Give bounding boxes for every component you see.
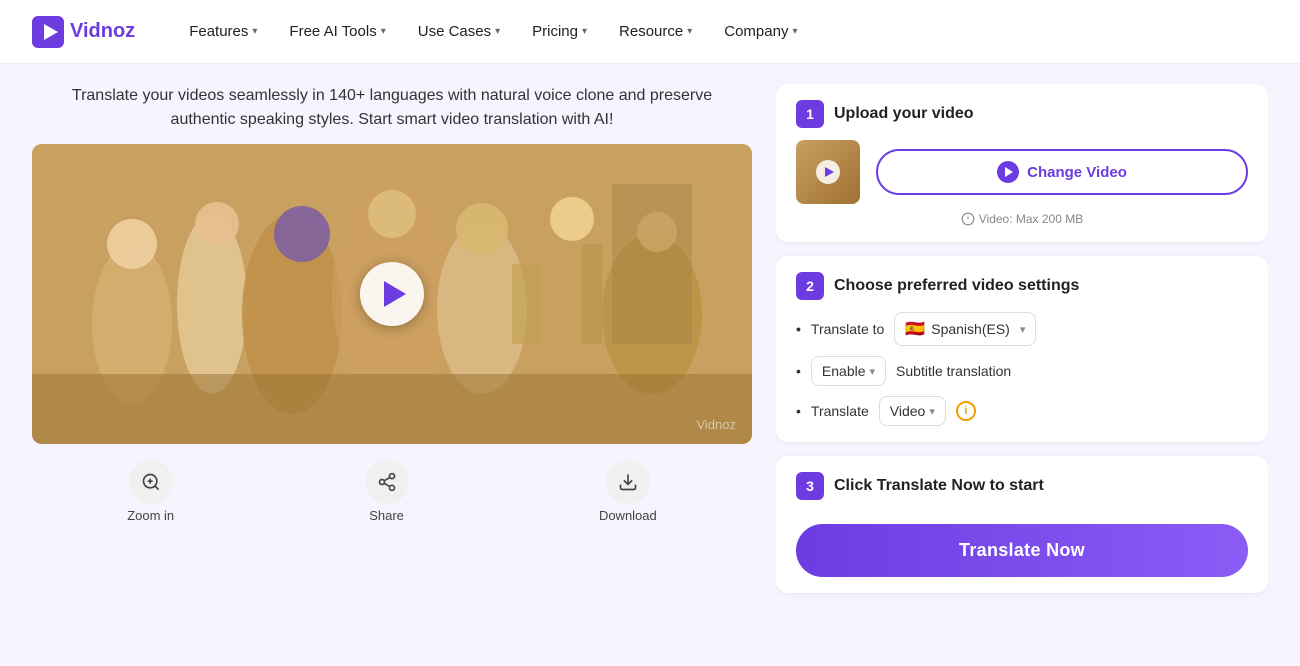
btn-play-icon — [997, 161, 1019, 183]
nav-item-use-cases[interactable]: Use Cases ▾ — [404, 15, 514, 48]
logo[interactable]: Vidnoz — [32, 16, 135, 48]
right-panel: 1 Upload your video Change Video Vide — [776, 84, 1268, 646]
subtitle-row: • Enable ▾ Subtitle translation — [796, 356, 1248, 386]
file-limit: Video: Max 200 MB — [796, 212, 1248, 226]
step1-title: Upload your video — [834, 105, 974, 123]
translate-to-label: Translate to — [811, 321, 884, 337]
download-label: Download — [599, 508, 657, 523]
step1-header: 1 Upload your video — [796, 100, 1248, 128]
translate-label: Translate — [811, 403, 869, 419]
left-panel: Translate your videos seamlessly in 140+… — [32, 84, 752, 646]
share-icon — [365, 460, 409, 504]
main-content: Translate your videos seamlessly in 140+… — [0, 64, 1300, 666]
share-label: Share — [369, 508, 404, 523]
chevron-down-icon: ▾ — [687, 26, 692, 37]
step3-card: 3 Click Translate Now to start Translate… — [776, 456, 1268, 593]
step3-badge: 3 — [796, 472, 824, 500]
step3-title: Click Translate Now to start — [834, 477, 1044, 495]
language-name: Spanish(ES) — [931, 321, 1010, 337]
video-controls: Zoom in Share — [32, 456, 752, 527]
share-control[interactable]: Share — [365, 460, 409, 523]
enable-selector[interactable]: Enable ▾ — [811, 356, 886, 386]
translate-now-button[interactable]: Translate Now — [796, 524, 1248, 577]
video-player[interactable]: Vidnoz — [32, 144, 752, 444]
logo-icon — [32, 16, 64, 48]
play-button[interactable] — [360, 262, 424, 326]
download-icon — [606, 460, 650, 504]
nav-items: Features ▾ Free AI Tools ▾ Use Cases ▾ P… — [175, 15, 1268, 48]
chevron-down-icon: ▾ — [582, 26, 587, 37]
step2-badge: 2 — [796, 272, 824, 300]
language-selector[interactable]: 🇪🇸 Spanish(ES) ▾ — [894, 312, 1036, 346]
brand-name: Vidnoz — [70, 20, 135, 43]
video-thumbnail — [796, 140, 860, 204]
upload-row: Change Video — [796, 140, 1248, 204]
change-video-button[interactable]: Change Video — [876, 149, 1248, 195]
video-type-label: Video — [890, 403, 926, 419]
nav-item-pricing[interactable]: Pricing ▾ — [518, 15, 601, 48]
nav-item-company[interactable]: Company ▾ — [710, 15, 811, 48]
chevron-down-icon: ▾ — [1020, 323, 1026, 336]
translate-type-row: • Translate Video ▾ i — [796, 396, 1248, 426]
zoom-in-icon — [129, 460, 173, 504]
zoom-in-label: Zoom in — [127, 508, 174, 523]
subtitle-translation-label: Subtitle translation — [896, 363, 1011, 379]
nav-item-resource[interactable]: Resource ▾ — [605, 15, 706, 48]
step3-header: 3 Click Translate Now to start — [796, 472, 1248, 500]
download-control[interactable]: Download — [599, 460, 657, 523]
step2-title: Choose preferred video settings — [834, 277, 1079, 295]
translate-to-row: • Translate to 🇪🇸 Spanish(ES) ▾ — [796, 312, 1248, 346]
navbar: Vidnoz Features ▾ Free AI Tools ▾ Use Ca… — [0, 0, 1300, 64]
nav-item-features[interactable]: Features ▾ — [175, 15, 271, 48]
hero-subtitle: Translate your videos seamlessly in 140+… — [32, 84, 752, 132]
step2-card: 2 Choose preferred video settings • Tran… — [776, 256, 1268, 442]
language-flag: 🇪🇸 — [905, 319, 925, 339]
chevron-down-icon: ▾ — [381, 26, 386, 37]
video-type-selector[interactable]: Video ▾ — [879, 396, 946, 426]
step1-badge: 1 — [796, 100, 824, 128]
chevron-down-icon: ▾ — [495, 26, 500, 37]
video-watermark: Vidnoz — [696, 417, 736, 432]
step1-card: 1 Upload your video Change Video Vide — [776, 84, 1268, 242]
step2-header: 2 Choose preferred video settings — [796, 272, 1248, 300]
thumb-play-icon — [816, 160, 840, 184]
info-icon[interactable]: i — [956, 401, 976, 421]
chevron-down-icon: ▾ — [252, 26, 257, 37]
enable-label: Enable — [822, 363, 866, 379]
zoom-in-control[interactable]: Zoom in — [127, 460, 174, 523]
chevron-down-icon: ▾ — [792, 26, 797, 37]
info-small-icon — [961, 212, 975, 226]
chevron-down-icon: ▾ — [929, 405, 935, 418]
chevron-down-icon: ▾ — [870, 365, 876, 378]
nav-item-free-ai-tools[interactable]: Free AI Tools ▾ — [275, 15, 399, 48]
